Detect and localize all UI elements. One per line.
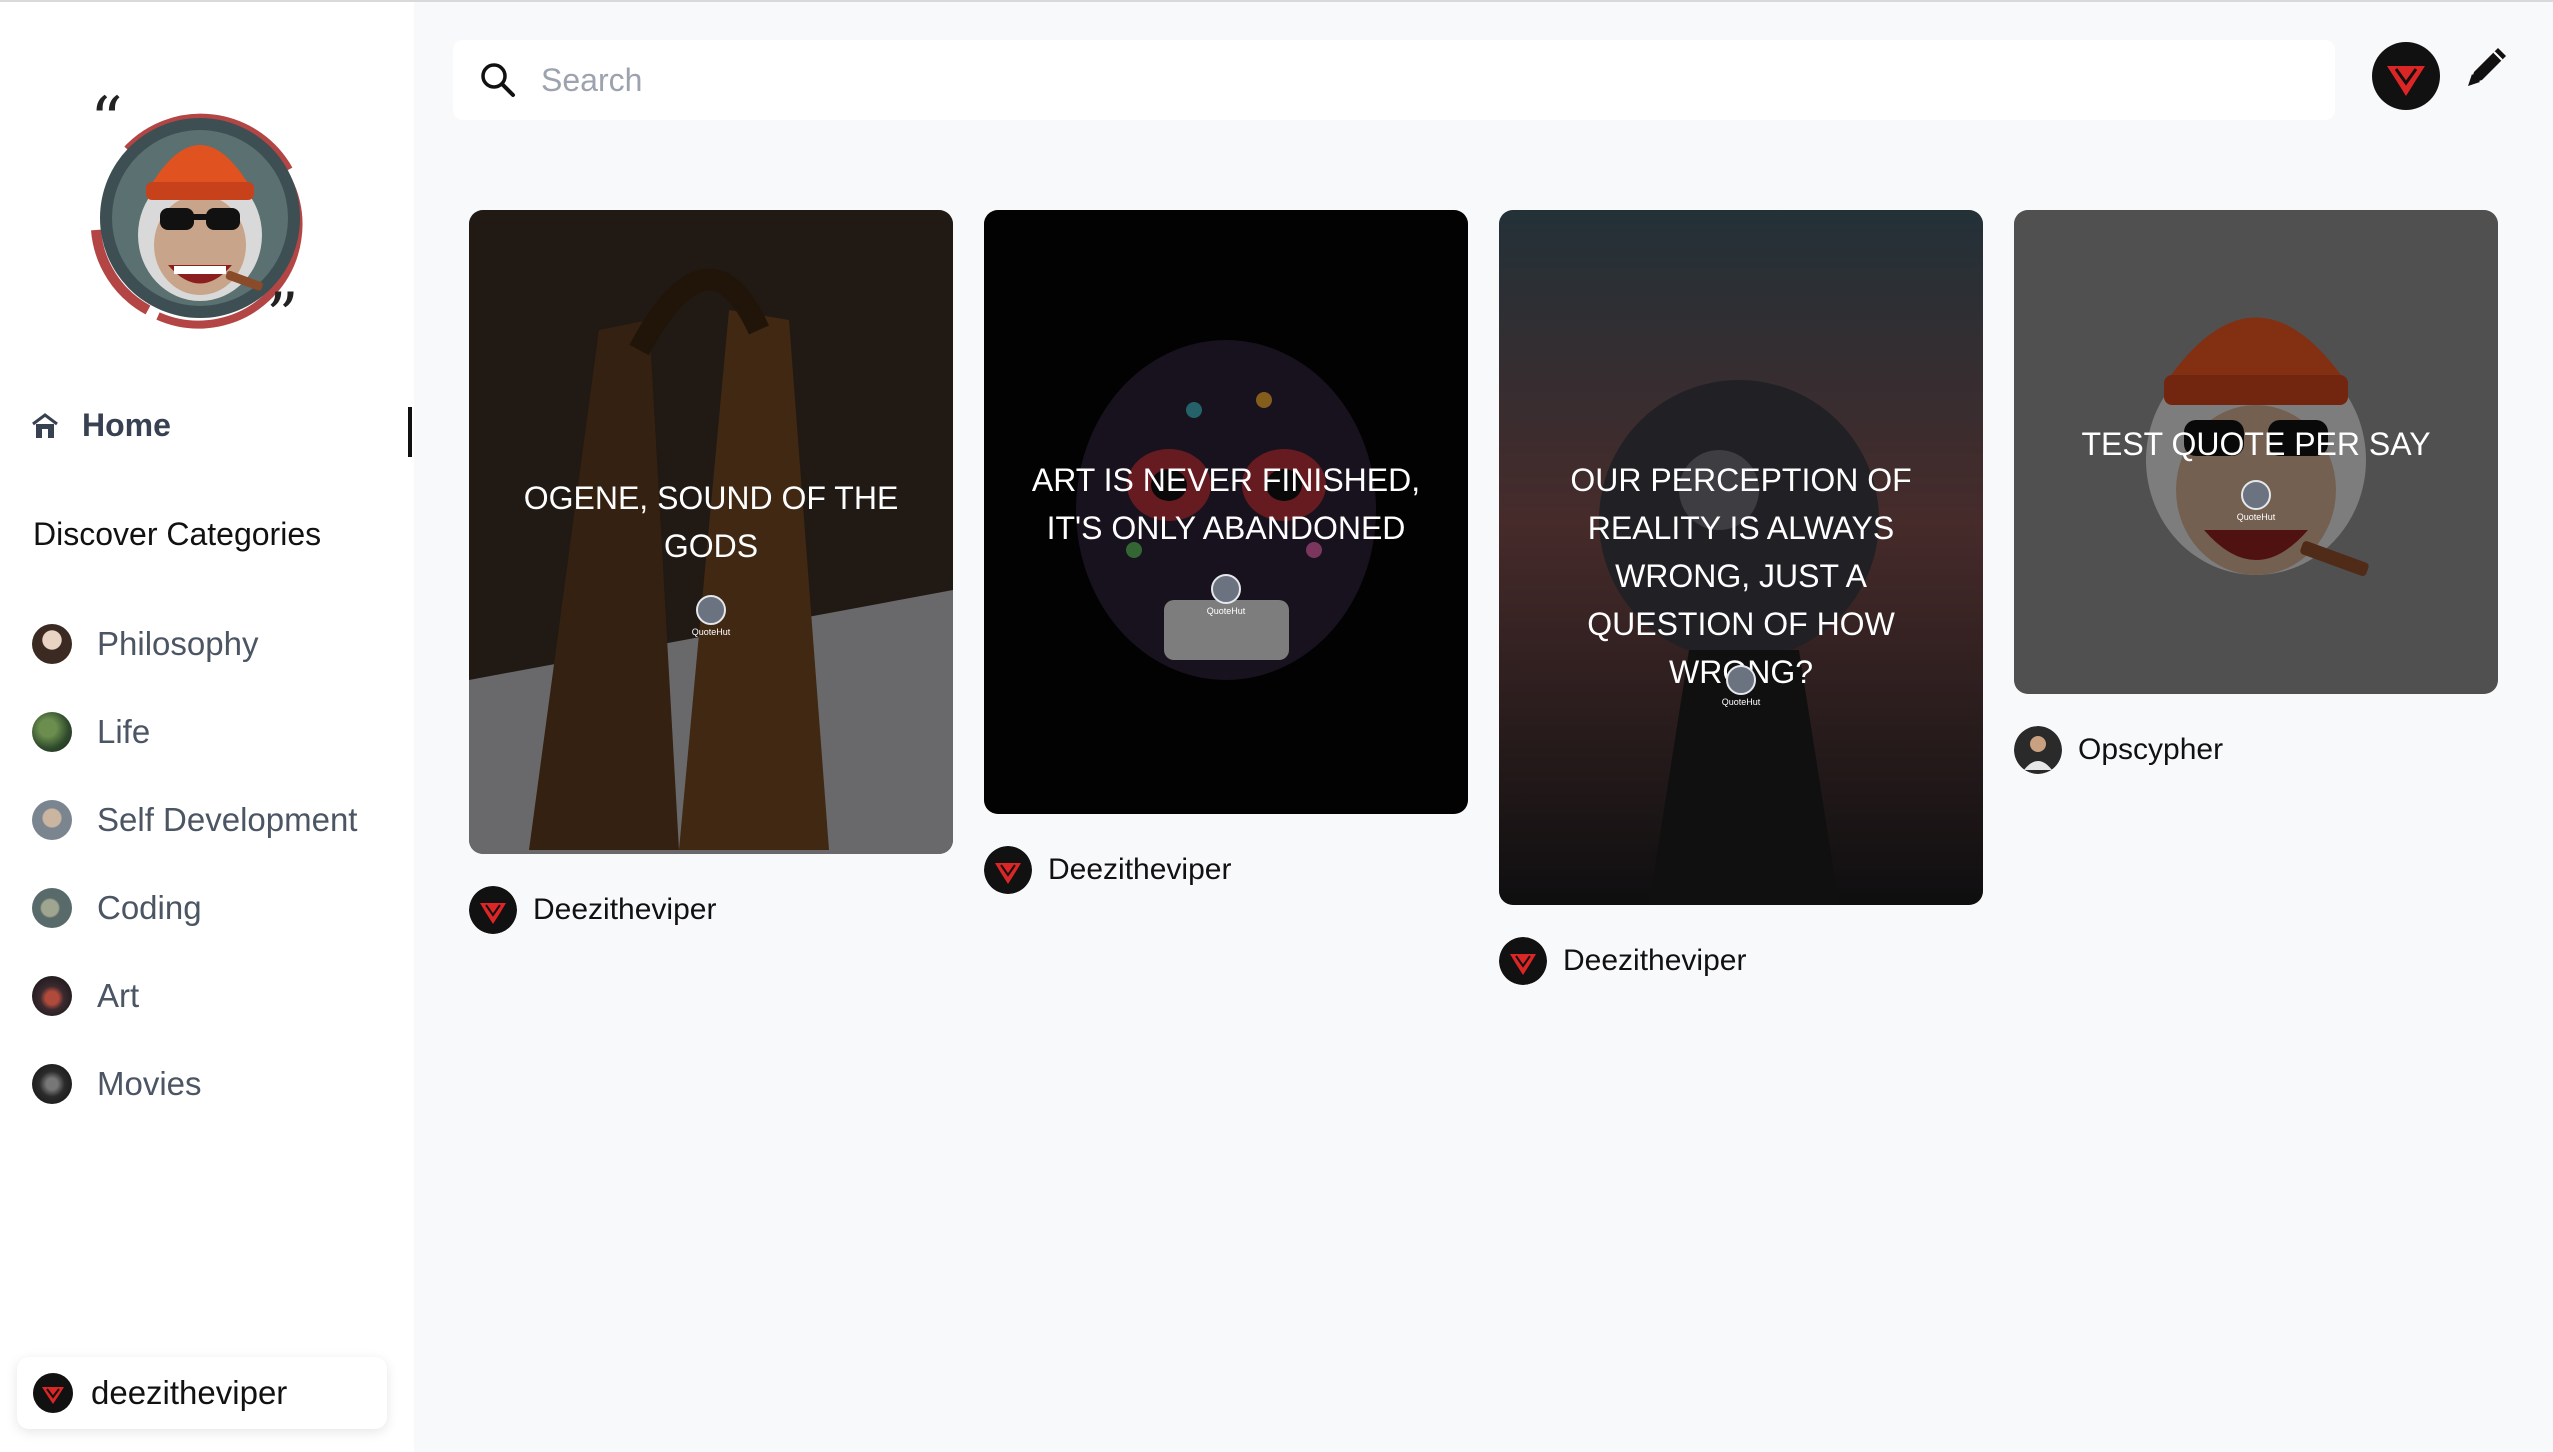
author-link[interactable]: Deezitheviper bbox=[984, 846, 1468, 894]
quote-card[interactable]: OUR PERCEPTION OF REALITY IS ALWAYS WRON… bbox=[1499, 210, 1983, 985]
active-nav-indicator bbox=[408, 407, 412, 457]
quotehut-monkey-logo-icon[interactable]: “ ” bbox=[68, 80, 332, 344]
svg-text:“: “ bbox=[90, 84, 123, 158]
category-avatar bbox=[32, 888, 72, 928]
author-link[interactable]: Deezitheviper bbox=[469, 886, 953, 934]
category-avatar bbox=[32, 712, 72, 752]
quote-text: OUR PERCEPTION OF REALITY IS ALWAYS WRON… bbox=[1570, 462, 1912, 690]
viper-avatar-icon bbox=[984, 846, 1032, 894]
author-link[interactable]: Opscypher bbox=[2014, 726, 2498, 774]
category-avatar bbox=[32, 1064, 72, 1104]
watermark-text: QuoteHut bbox=[691, 627, 731, 637]
watermark-logo-icon bbox=[696, 595, 726, 625]
author-link[interactable]: Deezitheviper bbox=[1499, 937, 1983, 985]
category-label: Philosophy bbox=[97, 625, 259, 662]
category-life[interactable]: Life bbox=[32, 688, 357, 776]
category-avatar bbox=[32, 800, 72, 840]
current-user-chip[interactable]: deezitheviper bbox=[17, 1357, 387, 1429]
category-label: Movies bbox=[97, 1065, 202, 1102]
author-name: Deezitheviper bbox=[1048, 853, 1232, 886]
quote-card[interactable]: ART IS NEVER FINISHED, IT'S ONLY ABANDON… bbox=[984, 210, 1468, 894]
watermark-text: QuoteHut bbox=[1721, 697, 1761, 707]
category-avatar bbox=[32, 976, 72, 1016]
quote-image[interactable]: OUR PERCEPTION OF REALITY IS ALWAYS WRON… bbox=[1499, 210, 1983, 905]
search-bar[interactable] bbox=[453, 40, 2335, 120]
author-name: Opscypher bbox=[2078, 733, 2224, 766]
category-philosophy[interactable]: Philosophy bbox=[32, 600, 357, 688]
quotehut-watermark: QuoteHut bbox=[1196, 574, 1256, 616]
quote-image[interactable]: OGENE, SOUND OF THE GODS QuoteHut bbox=[469, 210, 953, 854]
viper-avatar-icon bbox=[33, 1373, 73, 1413]
category-label: Life bbox=[97, 713, 151, 750]
quotehut-watermark: QuoteHut bbox=[1711, 665, 1771, 707]
search-icon bbox=[481, 63, 515, 97]
nav-home[interactable]: Home bbox=[30, 407, 171, 444]
watermark-text: QuoteHut bbox=[2236, 512, 2276, 522]
pencil-icon[interactable] bbox=[2460, 40, 2514, 94]
watermark-logo-icon bbox=[1726, 665, 1756, 695]
author-name: Deezitheviper bbox=[1563, 944, 1747, 977]
quote-text: TEST QUOTE PER SAY bbox=[2081, 426, 2431, 462]
category-art[interactable]: Art bbox=[32, 952, 357, 1040]
watermark-logo-icon bbox=[1211, 574, 1241, 604]
sidebar: “ ” Home Discover Categories Philosophy … bbox=[0, 2, 414, 1452]
watermark-logo-icon bbox=[2241, 480, 2271, 510]
current-user-name: deezitheviper bbox=[91, 1374, 288, 1411]
discover-categories-title: Discover Categories bbox=[33, 516, 322, 552]
quote-image[interactable]: ART IS NEVER FINISHED, IT'S ONLY ABANDON… bbox=[984, 210, 1468, 814]
nav-home-label: Home bbox=[82, 407, 171, 443]
category-coding[interactable]: Coding bbox=[32, 864, 357, 952]
quotehut-watermark: QuoteHut bbox=[2226, 480, 2286, 522]
svg-text:”: ” bbox=[266, 280, 299, 344]
quote-text: ART IS NEVER FINISHED, IT'S ONLY ABANDON… bbox=[1031, 462, 1421, 546]
watermark-text: QuoteHut bbox=[1206, 606, 1246, 616]
quote-card[interactable]: TEST QUOTE PER SAY QuoteHut Opscypher bbox=[2014, 210, 2498, 774]
category-label: Coding bbox=[97, 889, 202, 926]
category-label: Art bbox=[97, 977, 140, 1014]
home-icon bbox=[32, 412, 58, 438]
author-name: Deezitheviper bbox=[533, 893, 717, 926]
viper-avatar-icon bbox=[469, 886, 517, 934]
search-input[interactable] bbox=[539, 60, 2243, 100]
viper-avatar-icon bbox=[1499, 937, 1547, 985]
quote-image[interactable]: TEST QUOTE PER SAY QuoteHut bbox=[2014, 210, 2498, 694]
category-avatar bbox=[32, 624, 72, 664]
person-avatar-icon bbox=[2014, 726, 2062, 774]
viper-avatar-icon[interactable] bbox=[2372, 42, 2440, 110]
quote-text: OGENE, SOUND OF THE GODS bbox=[523, 480, 899, 564]
category-label: Self Development bbox=[97, 801, 358, 838]
category-list: Philosophy Life Self Development Coding … bbox=[32, 600, 357, 1128]
category-self-development[interactable]: Self Development bbox=[32, 776, 357, 864]
category-movies[interactable]: Movies bbox=[32, 1040, 357, 1128]
quotehut-watermark: QuoteHut bbox=[681, 595, 741, 637]
quote-card[interactable]: OGENE, SOUND OF THE GODS QuoteHut Deezit… bbox=[469, 210, 953, 934]
